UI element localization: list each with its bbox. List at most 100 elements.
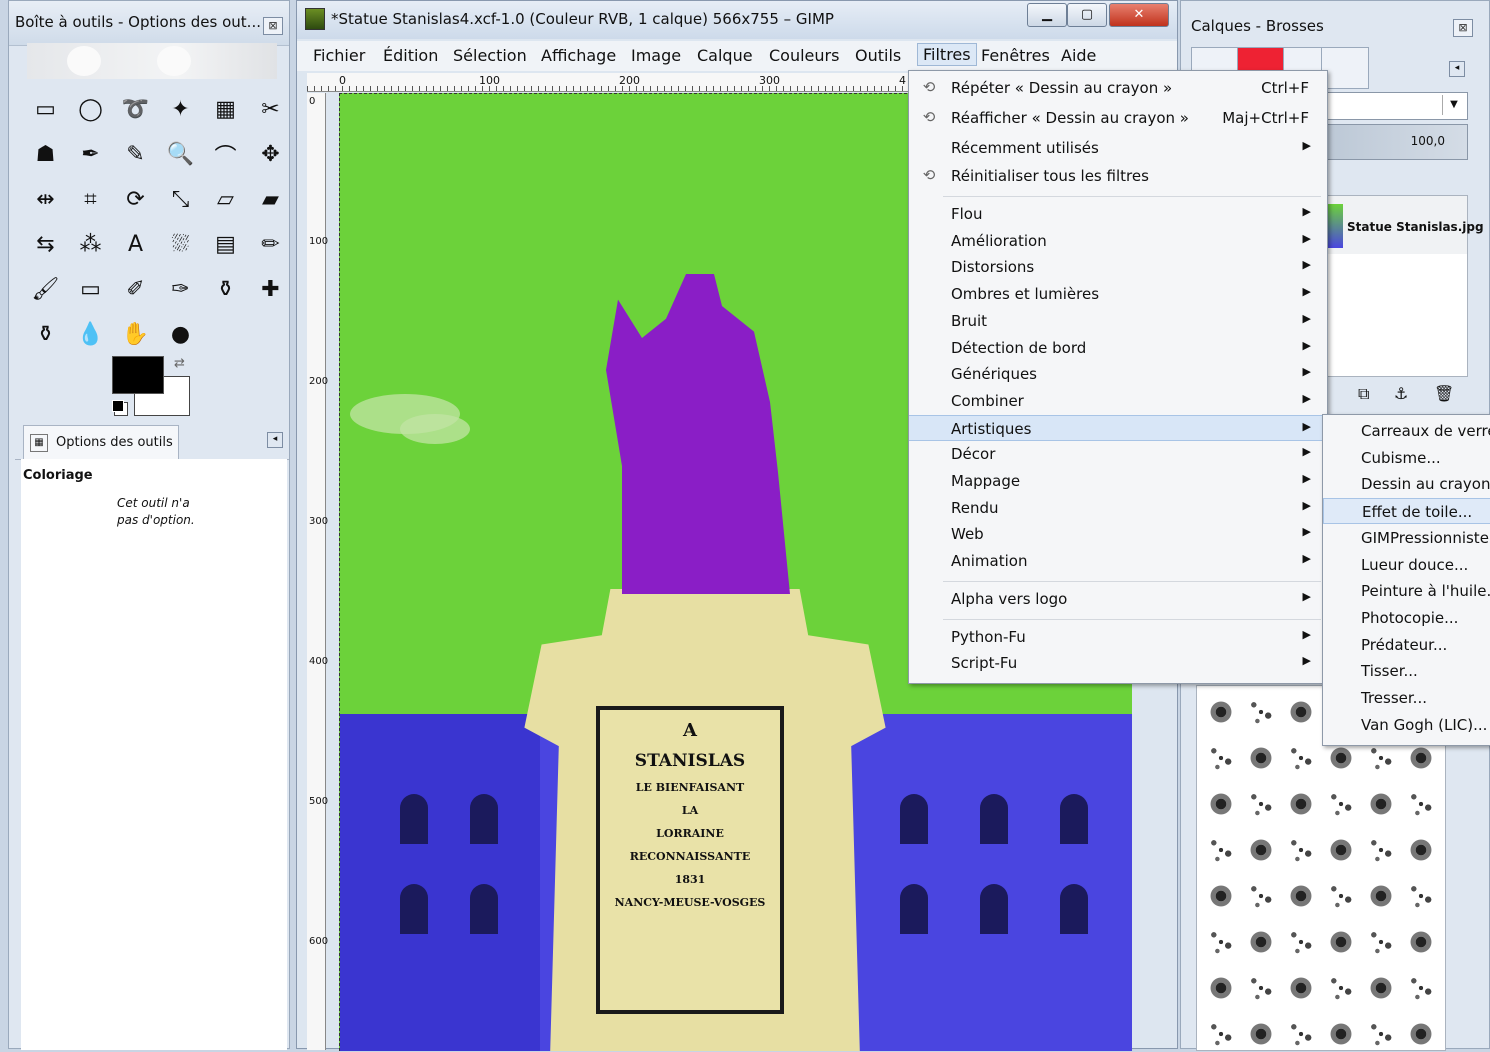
tab-menu-button[interactable]: ◂	[267, 432, 283, 448]
brush-thumbnail[interactable]	[1243, 1016, 1279, 1052]
filters-item-alpha-vers-logo[interactable]: Alpha vers logo ▶	[909, 586, 1325, 612]
color-picker-icon[interactable]: ✎	[113, 132, 158, 177]
brush-thumbnail[interactable]	[1363, 924, 1399, 960]
brush-thumbnail[interactable]	[1203, 970, 1239, 1006]
menu-7[interactable]: Outils	[855, 46, 901, 65]
artistic-item-5[interactable]: Lueur douce...	[1323, 552, 1490, 578]
filters-item-top-3[interactable]: ⟲ Réinitialiser tous les filtres	[909, 163, 1325, 189]
dock-menu-button[interactable]: ◂	[1449, 61, 1465, 77]
filters-item-décor[interactable]: Décor ▶	[909, 441, 1325, 467]
brush-thumbnail[interactable]	[1323, 970, 1359, 1006]
filters-item-détection-de-bord[interactable]: Détection de bord ▶	[909, 335, 1325, 361]
maximize-button[interactable]: ▢	[1067, 3, 1107, 27]
filters-item-flou[interactable]: Flou ▶	[909, 201, 1325, 227]
brush-thumbnail[interactable]	[1403, 924, 1439, 960]
brush-thumbnail[interactable]	[1243, 740, 1279, 776]
menu-2[interactable]: Sélection	[453, 46, 527, 65]
brush-thumbnail[interactable]	[1363, 878, 1399, 914]
artistic-item-3[interactable]: Effet de toile...	[1323, 498, 1490, 525]
rect-select-icon[interactable]: ▭	[23, 87, 68, 132]
brush-thumbnail[interactable]	[1283, 878, 1319, 914]
menu-8[interactable]: Filtres	[917, 43, 977, 66]
toolbox-close-button[interactable]: ⊠	[263, 17, 283, 35]
artistic-item-9[interactable]: Tisser...	[1323, 658, 1490, 684]
filters-item-top-0[interactable]: ⟲ Répéter « Dessin au crayon » Ctrl+F	[909, 75, 1325, 101]
menu-4[interactable]: Image	[631, 46, 681, 65]
bucket-fill-icon[interactable]: ⛆	[158, 222, 203, 267]
filters-item-artistiques[interactable]: Artistiques ▶	[909, 414, 1325, 441]
brush-thumbnail[interactable]	[1403, 970, 1439, 1006]
lasso-icon[interactable]: ➰	[113, 87, 158, 132]
brush-thumbnail[interactable]	[1403, 786, 1439, 822]
perspective-icon[interactable]: ▰	[248, 177, 293, 222]
filters-item-ombres-et-lumières[interactable]: Ombres et lumières ▶	[909, 281, 1325, 307]
cage-icon[interactable]: ⁂	[68, 222, 113, 267]
brush-thumbnail[interactable]	[1363, 786, 1399, 822]
menu-10[interactable]: Aide	[1061, 46, 1096, 65]
ink-icon[interactable]: ✑	[158, 267, 203, 312]
filters-item-génériques[interactable]: Génériques ▶	[909, 361, 1325, 387]
airbrush-icon[interactable]: ✐	[113, 267, 158, 312]
eraser-icon[interactable]: ▭	[68, 267, 113, 312]
brush-thumbnail[interactable]	[1403, 878, 1439, 914]
brush-thumbnail[interactable]	[1323, 878, 1359, 914]
swap-colors-icon[interactable]: ⇄	[174, 356, 185, 371]
brush-thumbnail[interactable]	[1363, 832, 1399, 868]
measure-icon[interactable]: ⌒	[203, 132, 248, 177]
text-icon[interactable]: A	[113, 222, 158, 267]
filters-item-top-1[interactable]: ⟲ Réafficher « Dessin au crayon » Maj+Ctrl…	[909, 105, 1325, 131]
brush-thumbnail[interactable]	[1283, 786, 1319, 822]
artistic-item-8[interactable]: Prédateur...	[1323, 632, 1490, 658]
brush-thumbnail[interactable]	[1283, 832, 1319, 868]
brush-thumbnail[interactable]	[1203, 878, 1239, 914]
artistic-item-11[interactable]: Van Gogh (LIC)...	[1323, 712, 1490, 738]
foreground-select-icon[interactable]: ☗	[23, 132, 68, 177]
duplicate-layer-icon[interactable]: ⧉	[1358, 384, 1369, 404]
filters-item-python-fu[interactable]: Python-Fu ▶	[909, 624, 1325, 650]
brush-thumbnail[interactable]	[1283, 970, 1319, 1006]
crop-icon[interactable]: ⌗	[68, 177, 113, 222]
artistic-item-2[interactable]: Dessin au crayon...	[1323, 471, 1490, 497]
brush-thumbnail[interactable]	[1243, 694, 1279, 730]
brush-thumbnail[interactable]	[1283, 1016, 1319, 1052]
artistic-item-1[interactable]: Cubisme...	[1323, 445, 1490, 471]
flip-icon[interactable]: ⇆	[23, 222, 68, 267]
color-select-icon[interactable]: ▦	[203, 87, 248, 132]
brush-thumbnail[interactable]	[1243, 924, 1279, 960]
menu-9[interactable]: Fenêtres	[981, 46, 1050, 65]
brush-thumbnail[interactable]	[1203, 832, 1239, 868]
filters-item-distorsions[interactable]: Distorsions ▶	[909, 254, 1325, 280]
shear-icon[interactable]: ▱	[203, 177, 248, 222]
menu-5[interactable]: Calque	[697, 46, 753, 65]
filters-item-amélioration[interactable]: Amélioration ▶	[909, 228, 1325, 254]
filters-item-bruit[interactable]: Bruit ▶	[909, 308, 1325, 334]
filters-item-top-2[interactable]: Récemment utilisés ▶	[909, 135, 1325, 161]
artistic-item-7[interactable]: Photocopie...	[1323, 605, 1490, 631]
brush-thumbnail[interactable]	[1243, 878, 1279, 914]
smudge-icon[interactable]: ✋	[113, 312, 158, 357]
clone-icon[interactable]: ⚱	[203, 267, 248, 312]
menu-0[interactable]: Fichier	[313, 46, 365, 65]
brush-thumbnail[interactable]	[1203, 924, 1239, 960]
filters-item-mappage[interactable]: Mappage ▶	[909, 468, 1325, 494]
filters-item-combiner[interactable]: Combiner ▶	[909, 388, 1325, 414]
zoom-icon[interactable]: 🔍	[158, 132, 203, 177]
brush-thumbnail[interactable]	[1323, 1016, 1359, 1052]
brush-thumbnail[interactable]	[1243, 970, 1279, 1006]
opacity-slider[interactable]: 100,0	[1324, 124, 1468, 160]
tab-tool-options[interactable]: ▦ Options des outils	[23, 425, 179, 459]
blend-icon[interactable]: ▤	[203, 222, 248, 267]
tab-undo[interactable]	[1321, 47, 1369, 89]
fuzzy-select-icon[interactable]: ✦	[158, 87, 203, 132]
filters-item-script-fu[interactable]: Script-Fu ▶	[909, 650, 1325, 676]
paintbrush-icon[interactable]: 🖌	[23, 267, 68, 312]
paths-icon[interactable]: ✒	[68, 132, 113, 177]
brush-thumbnail[interactable]	[1243, 786, 1279, 822]
move-icon[interactable]: ✥	[248, 132, 293, 177]
pencil-icon[interactable]: ✏	[248, 222, 293, 267]
rotate-icon[interactable]: ⟳	[113, 177, 158, 222]
brush-thumbnail[interactable]	[1283, 740, 1319, 776]
brush-thumbnail[interactable]	[1283, 924, 1319, 960]
brush-thumbnail[interactable]	[1323, 832, 1359, 868]
dock-close-button[interactable]: ⊠	[1453, 19, 1473, 37]
